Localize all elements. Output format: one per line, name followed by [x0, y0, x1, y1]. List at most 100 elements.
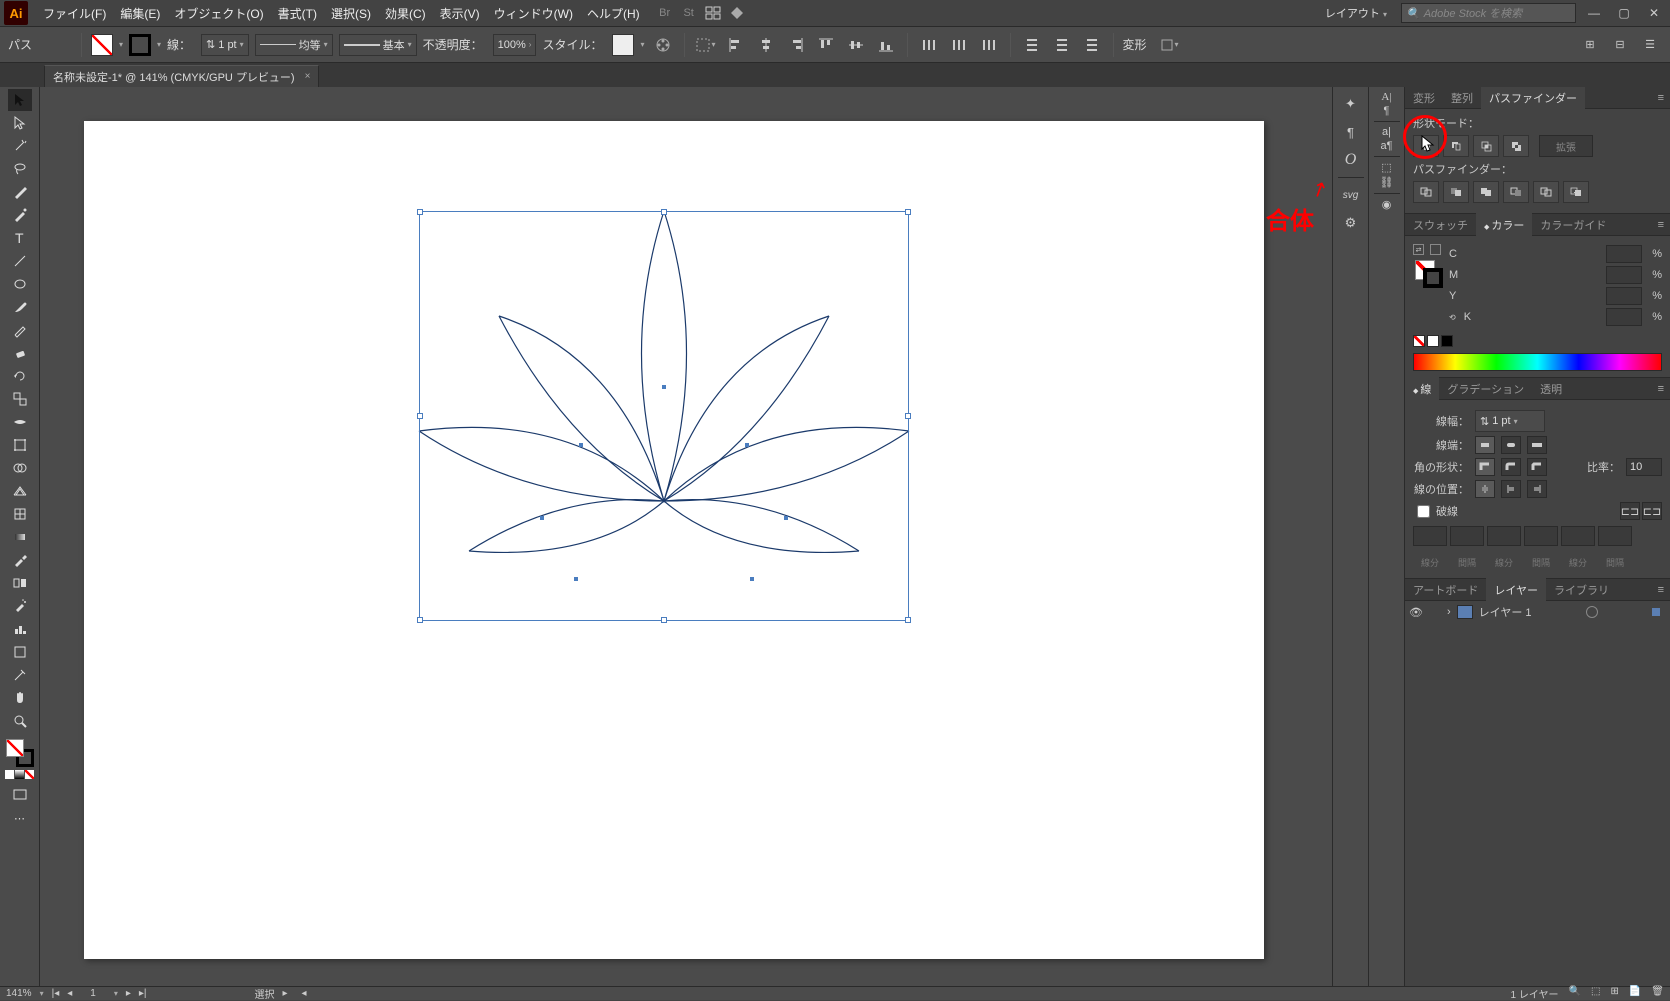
artboard-nav-first[interactable]: |◂ — [52, 988, 60, 999]
properties-icon[interactable]: ✦ — [1337, 91, 1365, 117]
color-mode-gradient[interactable] — [15, 770, 24, 779]
rectangle-tool[interactable] — [8, 273, 32, 295]
canvas[interactable]: 合体 ↗ — [40, 87, 1332, 986]
layer-mask-icon[interactable]: ⬚ — [1591, 986, 1600, 1001]
locate-layer-icon[interactable]: 🔍 — [1569, 986, 1581, 1001]
cap-projecting[interactable] — [1527, 436, 1547, 454]
panel-menu-icon[interactable]: ≡ — [1652, 584, 1670, 596]
menu-view[interactable]: 表示(V) — [433, 1, 487, 26]
color-m-input[interactable] — [1606, 266, 1642, 284]
artboard-nav-input[interactable]: 1 — [80, 988, 106, 999]
distribute-vcenter-icon[interactable] — [1050, 33, 1074, 57]
miter-limit-input[interactable] — [1626, 458, 1662, 476]
distribute-top-icon[interactable] — [1020, 33, 1044, 57]
align-to-dropdown[interactable]: ▾ — [694, 33, 718, 57]
recolor-icon[interactable] — [651, 33, 675, 57]
shape-builder-tool[interactable] — [8, 457, 32, 479]
brush-definition[interactable]: 基本▾ — [339, 34, 417, 56]
selection-bounding-box[interactable] — [419, 211, 909, 621]
exclude-button[interactable] — [1503, 135, 1529, 157]
join-miter[interactable] — [1475, 458, 1495, 476]
cap-butt[interactable] — [1475, 436, 1495, 454]
black-swatch[interactable] — [1441, 335, 1453, 347]
color-mode-fill[interactable] — [5, 770, 14, 779]
color-c-input[interactable] — [1606, 245, 1642, 263]
column-graph-tool[interactable] — [8, 618, 32, 640]
align-center[interactable] — [1475, 480, 1495, 498]
pencil-tool[interactable] — [8, 319, 32, 341]
char-panel-icon[interactable]: A| — [1381, 91, 1391, 103]
menu-type[interactable]: 書式(T) — [271, 1, 324, 26]
asset-export-icon[interactable]: ⬚ — [1381, 161, 1391, 174]
mesh-tool[interactable] — [8, 503, 32, 525]
width-tool[interactable] — [8, 411, 32, 433]
stroke-weight-panel-input[interactable]: ⇅1 pt▾ — [1475, 410, 1545, 432]
artboard-nav-next[interactable]: ▸ — [126, 988, 131, 999]
artboard-nav-prev[interactable]: ◂ — [67, 988, 72, 999]
delete-layer-icon[interactable]: 🗑 — [1651, 986, 1664, 1001]
trim-button[interactable] — [1443, 181, 1469, 203]
distribute-left-icon[interactable] — [917, 33, 941, 57]
bridge-icon[interactable]: Br — [653, 1, 677, 25]
join-bevel[interactable] — [1527, 458, 1547, 476]
merge-button[interactable] — [1473, 181, 1499, 203]
menu-file[interactable]: ファイル(F) — [36, 1, 113, 26]
menu-edit[interactable]: 編集(E) — [113, 1, 167, 26]
color-y-input[interactable] — [1606, 287, 1642, 305]
minimize-button[interactable]: — — [1582, 4, 1606, 22]
snap-icon[interactable]: ⊟ — [1608, 33, 1632, 57]
distribute-hcenter-icon[interactable] — [947, 33, 971, 57]
gpu-icon[interactable] — [725, 1, 749, 25]
distribute-right-icon[interactable] — [977, 33, 1001, 57]
minus-front-button[interactable] — [1443, 135, 1469, 157]
opacity-input[interactable]: 100%› — [493, 34, 537, 56]
search-input[interactable]: 🔍 Adobe Stock を検索 — [1401, 3, 1576, 23]
align-left-icon[interactable] — [724, 33, 748, 57]
color-mode-none[interactable] — [25, 770, 34, 779]
tab-layers[interactable]: レイヤー — [1486, 578, 1546, 602]
maximize-button[interactable]: ▢ — [1612, 4, 1636, 22]
eyedropper-tool[interactable] — [8, 549, 32, 571]
panel-menu-icon[interactable]: ≡ — [1652, 383, 1670, 395]
menu-effect[interactable]: 効果(C) — [378, 1, 433, 26]
dash-preserve[interactable]: ⊏⊐ — [1620, 502, 1640, 520]
style-swatch[interactable] — [612, 34, 634, 56]
stroke-swatch[interactable] — [129, 34, 151, 56]
join-round[interactable] — [1501, 458, 1521, 476]
appearance-icon[interactable]: ◉ — [1382, 198, 1392, 211]
curvature-tool[interactable] — [8, 204, 32, 226]
workspace-switcher[interactable]: レイアウト ▾ — [1317, 3, 1395, 23]
divide-button[interactable] — [1413, 181, 1439, 203]
svg-icon[interactable]: svg — [1337, 182, 1365, 208]
selection-tool[interactable] — [8, 89, 32, 111]
menu-help[interactable]: ヘルプ(H) — [580, 1, 647, 26]
layer-expand-icon[interactable]: › — [1447, 606, 1451, 618]
none-swatch[interactable] — [1413, 335, 1425, 347]
distribute-bottom-icon[interactable] — [1080, 33, 1104, 57]
glyphs-icon[interactable]: ¶ — [1337, 119, 1365, 145]
tab-pathfinder[interactable]: パスファインダー — [1481, 86, 1585, 110]
screen-mode-icon[interactable] — [8, 784, 32, 806]
dashed-checkbox[interactable] — [1417, 505, 1430, 518]
layer-target-icon[interactable] — [1586, 606, 1598, 618]
dash-align-corners[interactable]: ⊏⊐ — [1642, 502, 1662, 520]
scale-tool[interactable] — [8, 388, 32, 410]
tab-swatch[interactable]: スウォッチ — [1405, 213, 1476, 237]
grid-icon[interactable]: ⊞ — [1578, 33, 1602, 57]
prefs-icon[interactable]: ☰ — [1638, 33, 1662, 57]
isolate-icon[interactable]: ▾ — [1157, 33, 1181, 57]
intersect-button[interactable] — [1473, 135, 1499, 157]
gradient-tool[interactable] — [8, 526, 32, 548]
tab-libraries[interactable]: ライブラリ — [1546, 578, 1617, 602]
menu-object[interactable]: オブジェクト(O) — [167, 1, 270, 26]
artboard-tool[interactable] — [8, 641, 32, 663]
align-vcenter-icon[interactable] — [844, 33, 868, 57]
tab-color[interactable]: ◆カラー — [1476, 213, 1532, 237]
hand-tool[interactable] — [8, 687, 32, 709]
char-styles-icon[interactable]: a| — [1382, 126, 1391, 138]
zoom-tool[interactable] — [8, 710, 32, 732]
zoom-level[interactable]: 141% — [6, 988, 32, 999]
layer-row[interactable]: 👁 › レイヤー 1 — [1405, 601, 1670, 623]
menu-window[interactable]: ウィンドウ(W) — [487, 1, 580, 26]
cap-round[interactable] — [1501, 436, 1521, 454]
